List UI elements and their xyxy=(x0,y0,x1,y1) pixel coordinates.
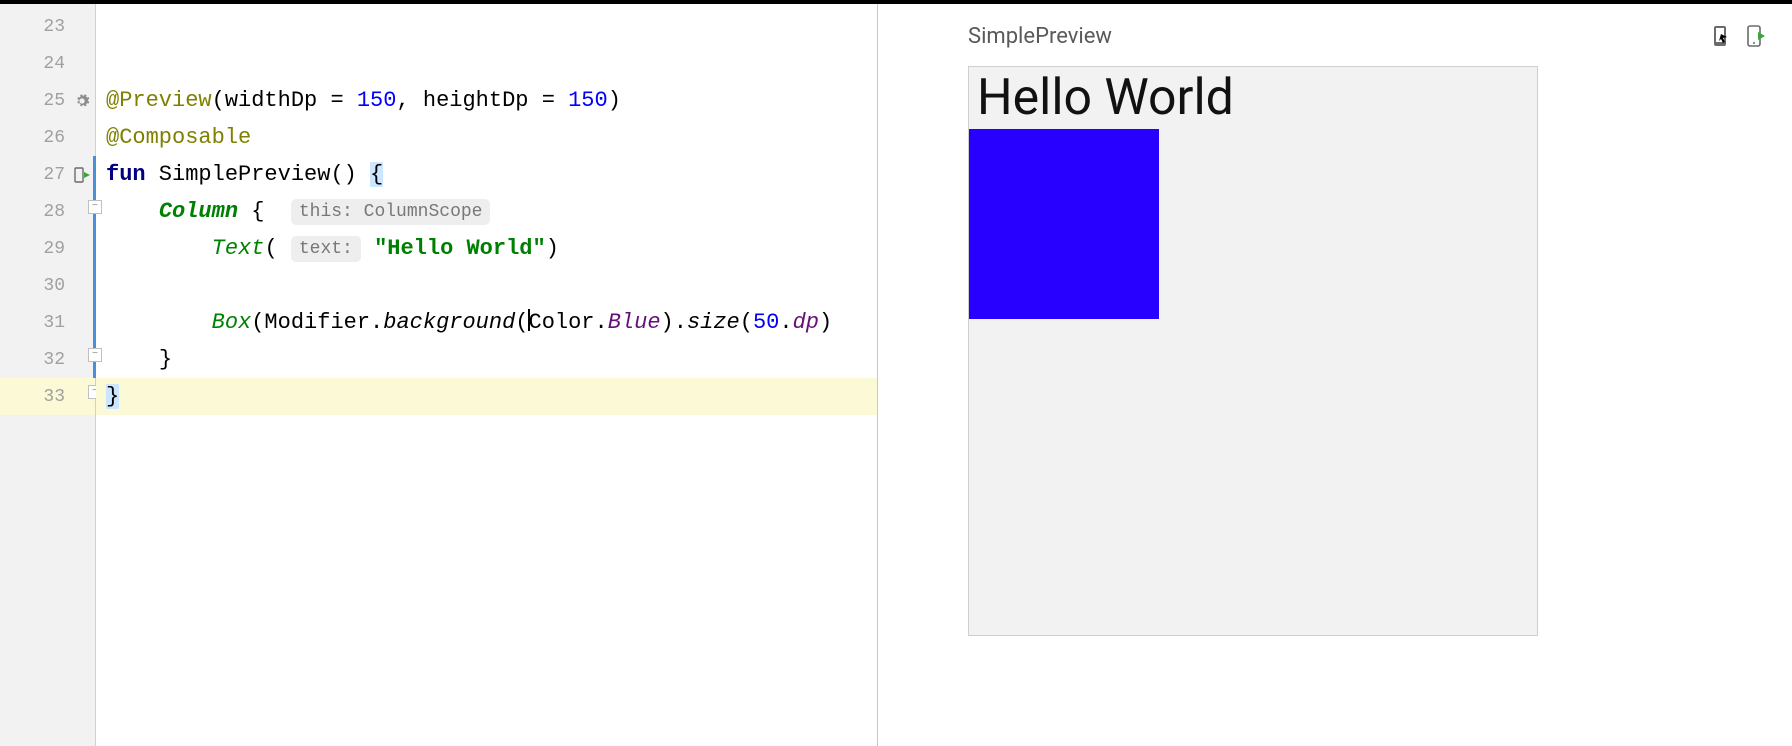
annotation: @Preview xyxy=(106,88,212,113)
compose-preview-pane: SimplePreview Hello World xyxy=(878,4,1792,746)
line-number: 24 xyxy=(43,54,65,74)
line-number: 26 xyxy=(43,128,65,148)
line-number: 32 xyxy=(43,350,65,370)
preview-text-hello: Hello World xyxy=(969,67,1537,123)
gutter-line-26[interactable]: 26 xyxy=(0,119,95,156)
open-brace: { xyxy=(370,162,383,187)
editor-gutter[interactable]: 23 24 25 26 27 28 29 30 31 xyxy=(0,4,96,746)
code-line[interactable]: } xyxy=(96,341,877,378)
gutter-line-30[interactable]: 30 xyxy=(0,267,95,304)
code-line[interactable] xyxy=(96,8,877,45)
code-editor-pane: 23 24 25 26 27 28 29 30 31 xyxy=(0,4,877,746)
gutter-line-24[interactable]: 24 xyxy=(0,45,95,82)
gear-icon[interactable] xyxy=(73,92,91,110)
interactive-preview-icon[interactable] xyxy=(1712,24,1732,48)
code-line[interactable]: fun SimplePreview() { xyxy=(96,156,877,193)
line-number: 27 xyxy=(43,165,65,185)
inlay-hint: this: ColumnScope xyxy=(291,199,491,225)
line-number: 30 xyxy=(43,276,65,296)
code-line[interactable] xyxy=(96,45,877,82)
ide-split-view: 23 24 25 26 27 28 29 30 31 xyxy=(0,4,1792,746)
code-line[interactable]: @Composable xyxy=(96,119,877,156)
preview-title: SimplePreview xyxy=(968,24,1112,49)
gutter-line-29[interactable]: 29 xyxy=(0,230,95,267)
line-number: 25 xyxy=(43,91,65,111)
inlay-hint: text: xyxy=(291,236,361,262)
code-line[interactable]: @Preview(widthDp = 150, heightDp = 150) xyxy=(96,82,877,119)
code-area[interactable]: − − − @Preview(widthDp = 150, heightDp =… xyxy=(96,4,877,746)
gutter-line-28[interactable]: 28 xyxy=(0,193,95,230)
line-number: 33 xyxy=(43,387,65,407)
line-number: 31 xyxy=(43,313,65,333)
gutter-line-32[interactable]: 32 xyxy=(0,341,95,378)
gutter-line-31[interactable]: 31 xyxy=(0,304,95,341)
annotation: @Composable xyxy=(106,125,251,150)
code-line[interactable]: Column { this: ColumnScope xyxy=(96,193,877,230)
line-number: 28 xyxy=(43,202,65,222)
close-brace: } xyxy=(106,384,119,409)
gutter-line-33[interactable]: 33 xyxy=(0,378,95,415)
code-line[interactable]: Text( text: "Hello World") xyxy=(96,230,877,267)
line-number: 23 xyxy=(43,17,65,37)
gutter-line-27[interactable]: 27 xyxy=(0,156,95,193)
preview-blue-box xyxy=(969,129,1159,319)
run-preview-icon[interactable] xyxy=(73,166,91,184)
line-number: 29 xyxy=(43,239,65,259)
gutter-line-23[interactable]: 23 xyxy=(0,8,95,45)
code-line[interactable] xyxy=(96,267,877,304)
preview-canvas[interactable]: Hello World xyxy=(968,66,1538,636)
gutter-line-25[interactable]: 25 xyxy=(0,82,95,119)
preview-header: SimplePreview xyxy=(968,16,1766,56)
code-line-current[interactable]: } xyxy=(96,378,877,415)
code-line[interactable]: Box(Modifier.background(Color.Blue).size… xyxy=(96,304,877,341)
deploy-preview-icon[interactable] xyxy=(1746,24,1766,48)
preview-toolbar xyxy=(1712,24,1766,48)
